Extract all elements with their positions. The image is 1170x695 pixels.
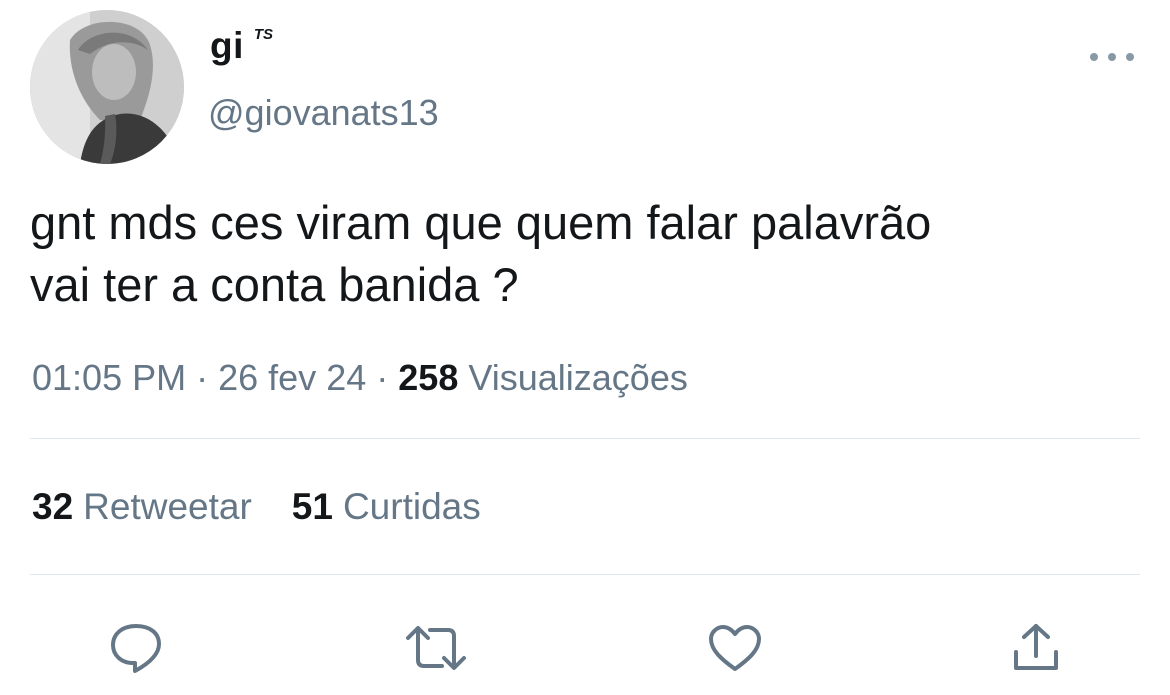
retweet-icon	[406, 626, 466, 670]
retweets-count: 32	[32, 486, 74, 527]
author-handle[interactable]: @giovanats13	[208, 92, 439, 134]
avatar-photo	[30, 10, 184, 164]
more-dot-icon	[1090, 53, 1098, 61]
share-icon	[1014, 624, 1058, 670]
likes-label: Curtidas	[342, 486, 481, 527]
like-icon	[709, 625, 761, 671]
reply-icon	[111, 624, 161, 673]
tweet-meta: 01:05 PM · 26 fev 24 · 258 Visualizações	[32, 355, 688, 401]
author-name-row[interactable]: gi TS	[210, 24, 273, 68]
reply-button[interactable]	[104, 618, 168, 678]
tweet-text-line: gnt mds ces viram que quem falar palavrã…	[30, 196, 932, 249]
retweet-button[interactable]	[404, 618, 468, 678]
more-dot-icon	[1126, 53, 1134, 61]
share-button[interactable]	[1004, 618, 1068, 678]
more-options-button[interactable]	[1090, 44, 1134, 70]
likes-count: 51	[291, 486, 333, 527]
meta-separator: ·	[196, 357, 209, 398]
tweet-stats: 32 Retweetar 51 Curtidas	[32, 484, 481, 530]
display-name[interactable]: gi	[210, 24, 244, 68]
more-dot-icon	[1108, 53, 1116, 61]
name-badge: TS	[253, 26, 274, 43]
tweet-text-line: vai ter a conta banida ?	[30, 258, 519, 311]
tweet-text: gnt mds ces viram que quem falar palavrã…	[30, 192, 1140, 316]
likes-stat[interactable]: 51 Curtidas	[292, 484, 481, 530]
retweets-stat[interactable]: 32 Retweetar	[32, 484, 252, 530]
retweets-label: Retweetar	[83, 486, 252, 527]
divider	[30, 574, 1140, 575]
like-button[interactable]	[703, 618, 767, 678]
divider	[30, 438, 1140, 439]
avatar[interactable]	[30, 10, 184, 164]
tweet-date[interactable]: 26 fev 24	[218, 357, 366, 398]
views-count: 258	[398, 357, 459, 398]
views-label: Visualizações	[468, 357, 688, 398]
tweet-time[interactable]: 01:05 PM	[32, 357, 186, 398]
meta-separator: ·	[376, 357, 389, 398]
